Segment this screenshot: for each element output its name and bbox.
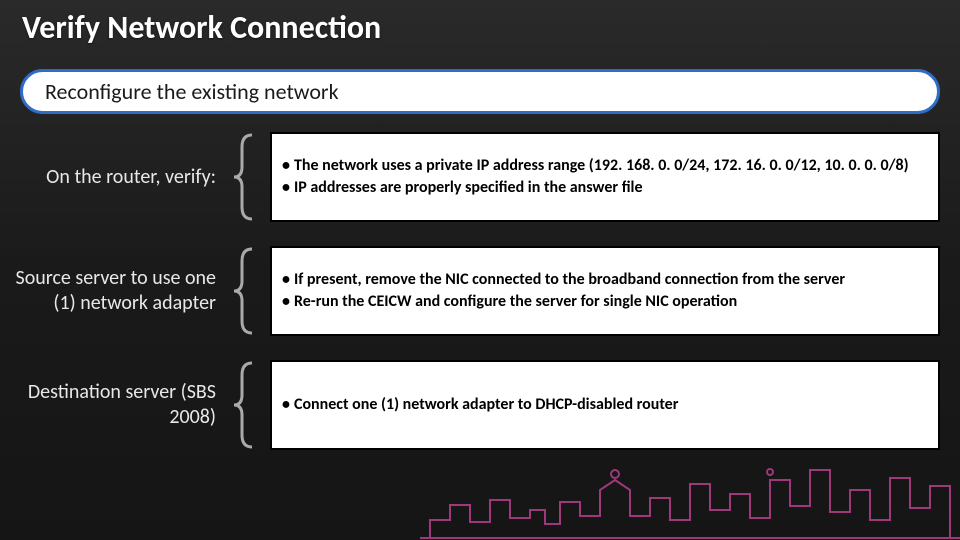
content-rows: On the router, verify: •The network uses…	[0, 132, 960, 450]
skyline-decoration	[0, 450, 960, 540]
bullet-item: •If present, remove the NIC connected to…	[282, 269, 924, 291]
slide-title: Verify Network Connection	[0, 0, 960, 47]
bullet-item: •Re-run the CEICW and configure the serv…	[282, 291, 924, 313]
row-box: •The network uses a private IP address r…	[270, 132, 940, 222]
section-header: Reconfigure the existing network	[20, 69, 940, 114]
row-destination-server: Destination server (SBS 2008) •Connect o…	[0, 360, 940, 450]
row-label: Destination server (SBS 2008)	[0, 360, 230, 450]
row-label: Source server to use one (1) network ada…	[0, 246, 230, 336]
brace-icon	[230, 246, 262, 336]
row-label: On the router, verify:	[0, 132, 230, 222]
bullet-item: •Connect one (1) network adapter to DHCP…	[282, 394, 924, 416]
bullet-item: •The network uses a private IP address r…	[282, 155, 924, 177]
brace-icon	[230, 132, 262, 222]
row-source-server: Source server to use one (1) network ada…	[0, 246, 940, 336]
row-box: •If present, remove the NIC connected to…	[270, 246, 940, 336]
bullet-item: •IP addresses are properly specified in …	[282, 177, 924, 199]
brace-icon	[230, 360, 262, 450]
row-router: On the router, verify: •The network uses…	[0, 132, 940, 222]
row-box: •Connect one (1) network adapter to DHCP…	[270, 360, 940, 450]
